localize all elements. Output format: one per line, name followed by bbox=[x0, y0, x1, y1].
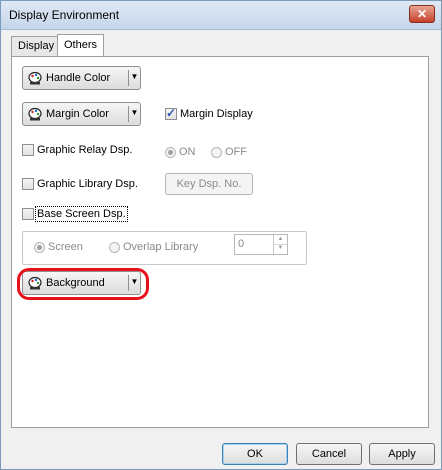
margin-display-checkbox[interactable] bbox=[165, 106, 177, 121]
cancel-button[interactable]: Cancel bbox=[296, 443, 362, 465]
title-bar: Display Environment ✕ bbox=[1, 1, 441, 30]
dropdown-separator bbox=[128, 106, 129, 122]
tab-others[interactable]: Others bbox=[57, 34, 104, 57]
tab-display-label: Display bbox=[18, 40, 55, 52]
window-title: Display Environment bbox=[9, 8, 120, 22]
graphic-library-checkbox[interactable] bbox=[22, 178, 34, 191]
apply-button[interactable]: Apply bbox=[369, 443, 435, 465]
close-button[interactable]: ✕ bbox=[409, 5, 435, 23]
base-screen-checkbox[interactable] bbox=[22, 208, 34, 221]
margin-display-checkbox-row[interactable]: Margin Display bbox=[165, 106, 253, 124]
spin-down-icon[interactable]: ▼ bbox=[274, 244, 287, 253]
margin-color-dropdown[interactable]: Margin Color ▼ bbox=[22, 102, 141, 126]
dropdown-separator bbox=[128, 70, 129, 86]
ok-button[interactable]: OK bbox=[222, 443, 288, 465]
graphic-library-label: Graphic Library Dsp. bbox=[37, 178, 138, 191]
on-radio-label: ON bbox=[179, 146, 196, 159]
graphic-relay-checkbox[interactable] bbox=[22, 144, 34, 157]
ok-label: OK bbox=[247, 448, 263, 460]
chevron-down-icon: ▼ bbox=[130, 108, 139, 117]
spin-value: 0 bbox=[238, 238, 245, 250]
tab-display[interactable]: Display bbox=[11, 36, 58, 56]
spin-buttons: ▲ ▼ bbox=[273, 235, 287, 254]
on-radio-button[interactable] bbox=[165, 146, 176, 158]
overlap-library-radio-label: Overlap Library bbox=[123, 241, 199, 254]
off-radio-button[interactable] bbox=[211, 146, 222, 158]
overlap-library-radio[interactable]: Overlap Library bbox=[109, 241, 198, 253]
chevron-down-icon: ▼ bbox=[130, 72, 139, 81]
off-radio-label: OFF bbox=[225, 146, 247, 159]
apply-label: Apply bbox=[388, 448, 416, 460]
key-dsp-no-button[interactable]: Key Dsp. No. bbox=[165, 173, 253, 195]
base-screen-label: Base Screen Dsp. bbox=[35, 206, 128, 223]
graphic-relay-off-radio[interactable]: OFF bbox=[211, 146, 247, 158]
handle-color-label: Handle Color bbox=[46, 72, 111, 84]
overlap-library-number-stepper[interactable]: 0 ▲ ▼ bbox=[234, 234, 288, 255]
cancel-label: Cancel bbox=[311, 448, 347, 460]
palette-icon bbox=[28, 71, 42, 85]
background-highlight-outline bbox=[17, 268, 149, 300]
graphic-relay-on-radio[interactable]: ON bbox=[165, 146, 196, 158]
handle-color-dropdown[interactable]: Handle Color ▼ bbox=[22, 66, 141, 90]
margin-color-label: Margin Color bbox=[46, 108, 109, 120]
close-icon: ✕ bbox=[416, 7, 428, 21]
graphic-relay-checkbox-row[interactable]: Graphic Relay Dsp. bbox=[22, 144, 132, 160]
margin-display-label: Margin Display bbox=[180, 108, 253, 121]
palette-icon bbox=[28, 107, 42, 121]
screen-radio-label: Screen bbox=[48, 241, 83, 254]
overlap-library-radio-button[interactable] bbox=[109, 241, 120, 253]
graphic-relay-label: Graphic Relay Dsp. bbox=[37, 144, 133, 157]
screen-radio[interactable]: Screen bbox=[34, 241, 83, 253]
screen-radio-button[interactable] bbox=[34, 241, 45, 253]
graphic-library-checkbox-row[interactable]: Graphic Library Dsp. bbox=[22, 178, 138, 194]
key-dsp-no-label: Key Dsp. No. bbox=[176, 178, 242, 190]
base-screen-checkbox-row[interactable]: Base Screen Dsp. bbox=[22, 206, 128, 224]
display-environment-dialog: Display Environment ✕ Display Others Han… bbox=[0, 0, 442, 470]
tab-others-label: Others bbox=[64, 39, 98, 51]
